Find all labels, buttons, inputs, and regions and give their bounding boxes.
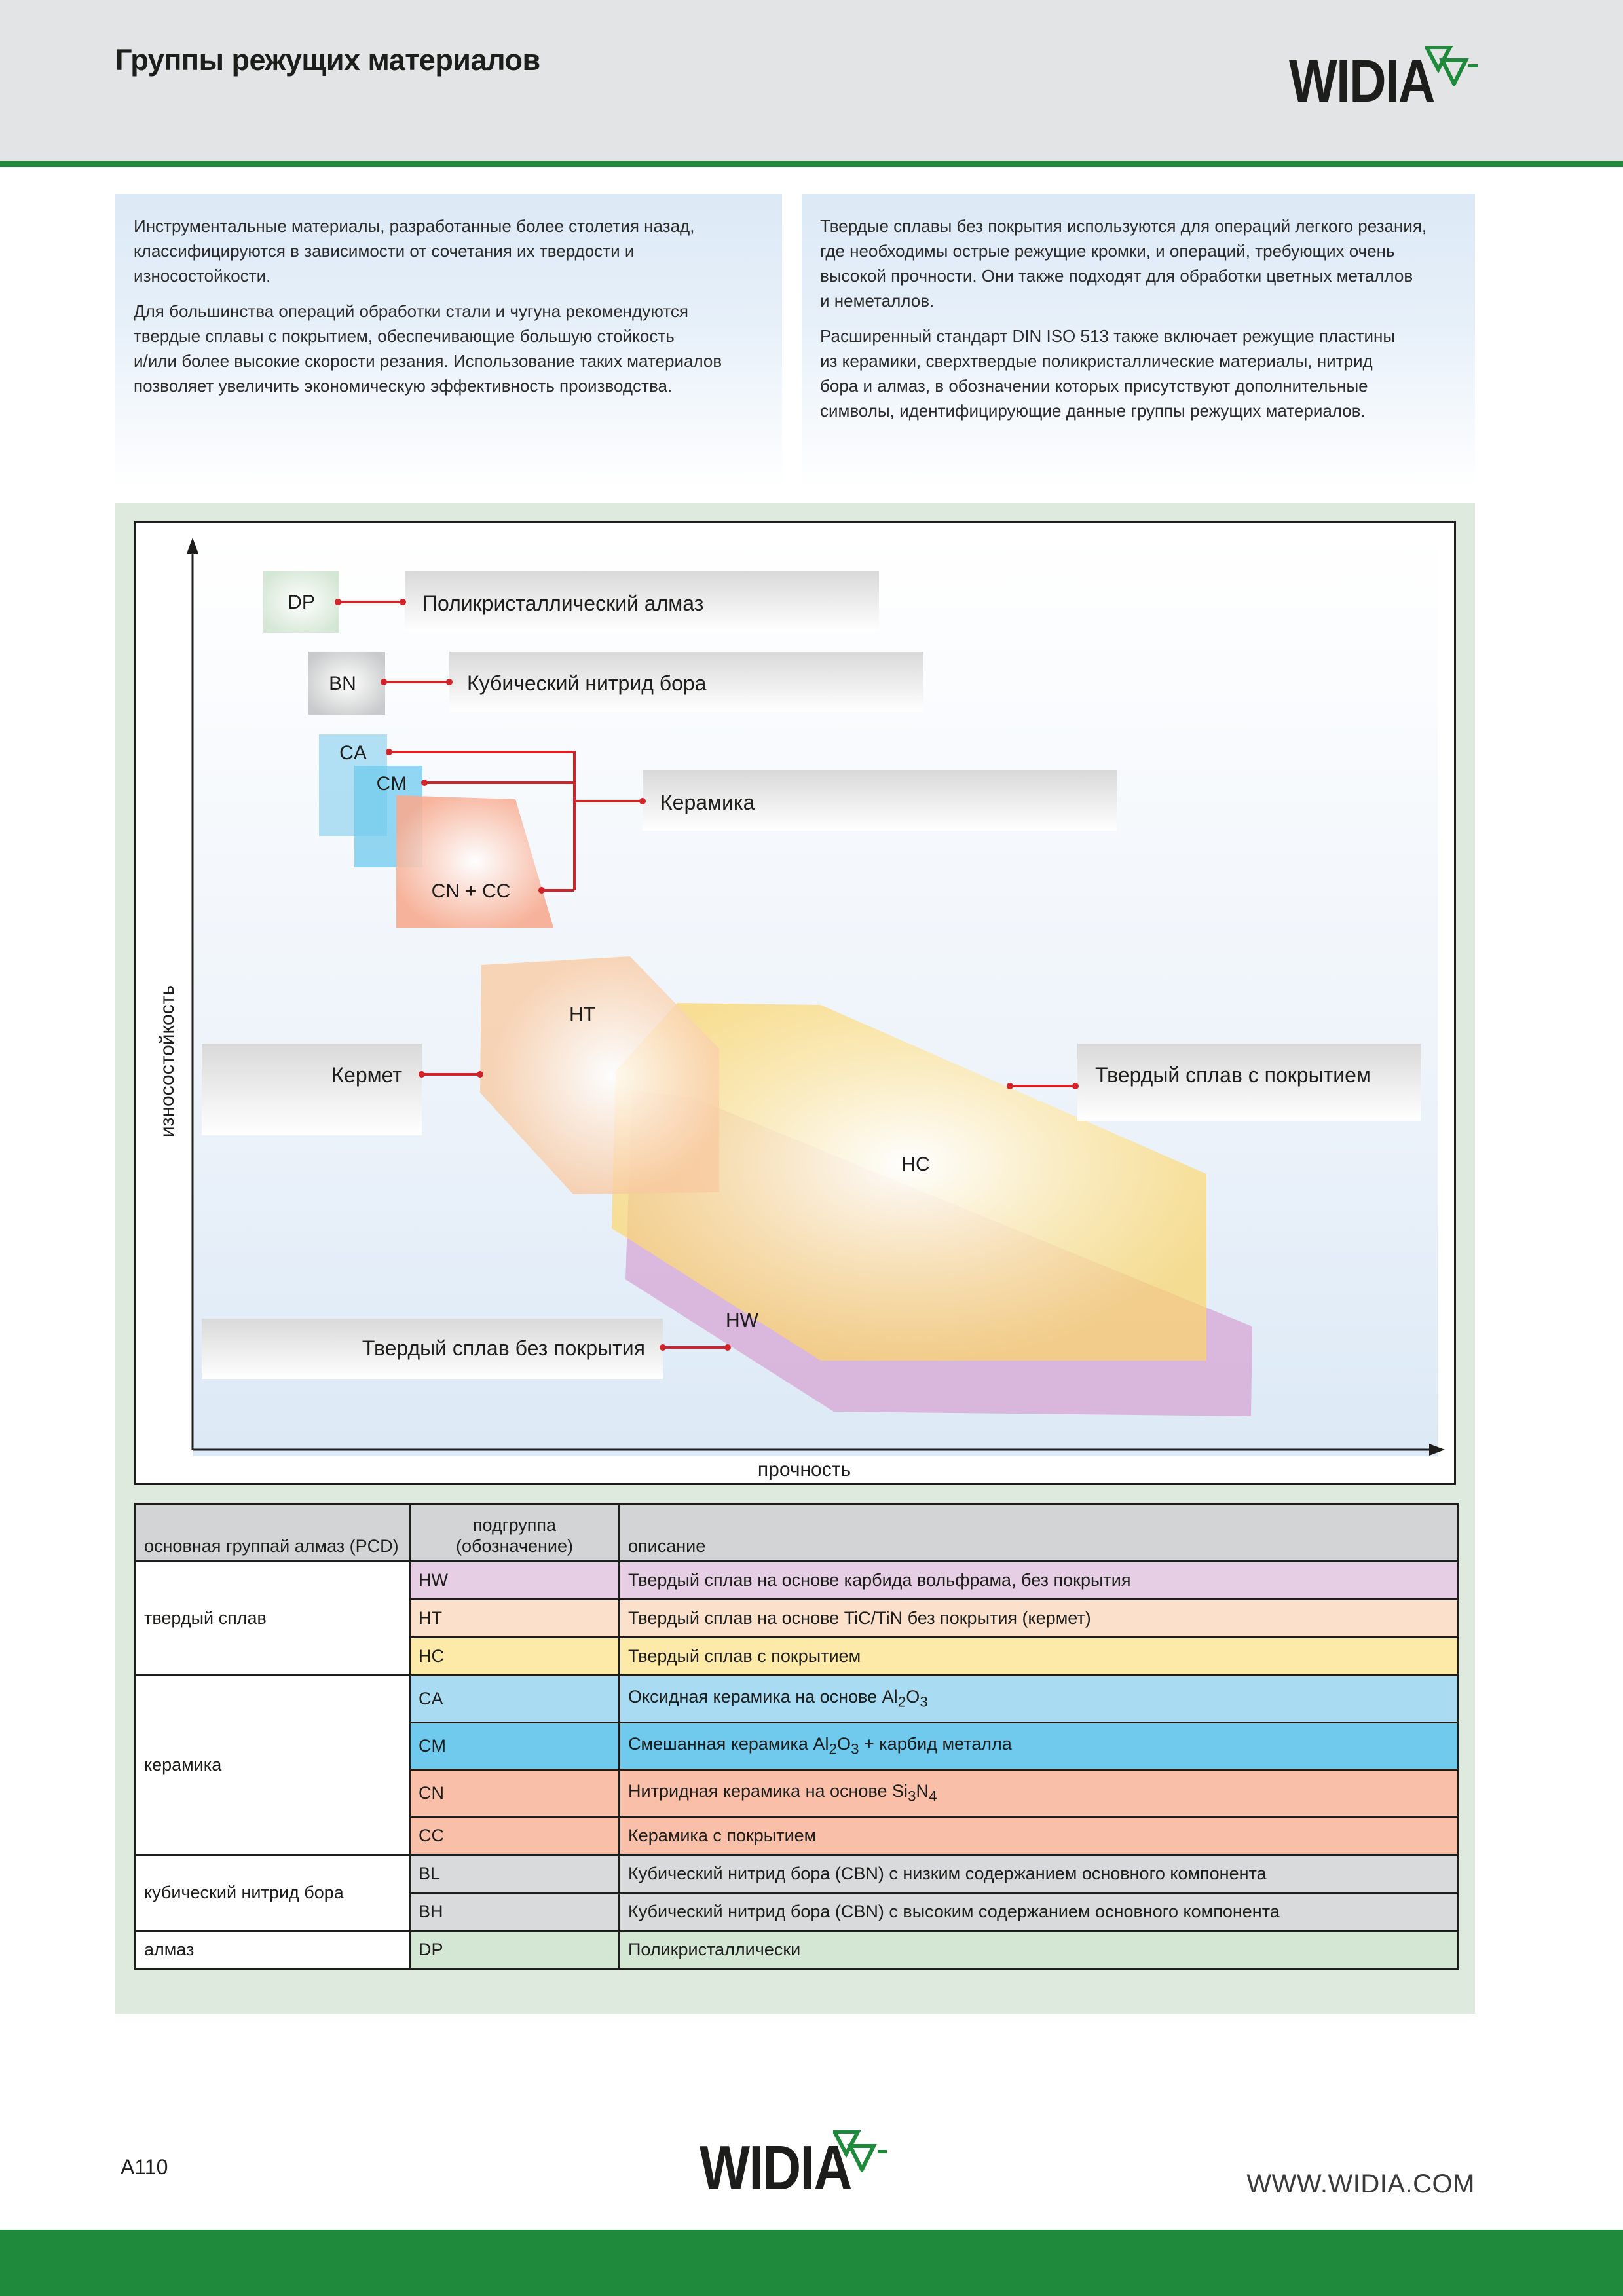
region-label-ca: CA [339,742,367,764]
desc-subscript: 3 [850,1741,859,1758]
connector-dot [477,1071,483,1078]
desc-text: + карбид металла [859,1734,1012,1754]
description-cell: Кубический нитрид бора (CBN) с низким со… [618,1854,1459,1894]
header-description: описание [618,1503,1459,1562]
callout-cermet: Кермет [331,1063,402,1087]
connector-dot [1007,1083,1013,1089]
logo-wordmark: WIDIA [1289,48,1435,115]
region-label-bn: BN [329,673,356,694]
callout-ceramic: Керамика [660,791,755,814]
code-cell: HW [409,1560,620,1600]
connector-dot [1072,1083,1079,1089]
x-axis-label: прочность [758,1459,851,1480]
desc-subscript: 3 [920,1693,928,1710]
code-cell: CA [409,1674,620,1723]
desc-text: N [916,1781,929,1801]
header-group: основная группай алмаз (PCD) [134,1503,411,1562]
y-axis-label: износостойкость [157,985,178,1137]
region-label-dp: DP [288,592,315,613]
description-cell: Керамика с покрытием [618,1816,1459,1856]
region-label-ht: HT [569,1004,595,1025]
description-cell: Твердый сплав с покрытием [618,1636,1459,1676]
group-cbn: кубический нитрид бора [134,1854,411,1932]
desc-text: Смешанная керамика Al [628,1734,829,1754]
desc-text: O [836,1734,851,1754]
code-cell: CC [409,1816,620,1856]
connector-dot [421,780,428,786]
header-subgroup: подгруппа (обозначение) [409,1503,620,1562]
table-row: алмаз DP Поликристаллически [134,1930,1459,1970]
logo-triangle-icon [1425,46,1478,86]
intro-right-paragraph-1: Твердые сплавы без покрытия используются… [820,216,1427,311]
connector-dot [386,749,392,755]
intro-left-box: Инструментальные материалы, разработанны… [115,194,782,489]
connector-dot [335,599,341,605]
description-cell: Нитридная керамика на основе Si3N4 [618,1769,1459,1818]
website-link[interactable]: WWW.WIDIA.COM [1246,2170,1475,2199]
footer-bar [0,2230,1623,2296]
connector-dot [446,679,453,685]
description-cell: Твердый сплав на основе TiC/TiN без покр… [618,1598,1459,1638]
table-row: керамика CA Оксидная керамика на основе … [134,1674,1459,1856]
connector-dot [660,1344,666,1351]
connector-dot [538,887,545,894]
intro-left-paragraph-1: Инструментальные материалы, разработанны… [134,216,695,286]
table-row: кубический нитрид бора BL Кубический нит… [134,1854,1459,1932]
table-header-row: основная группай алмаз (PCD) подгруппа (… [134,1503,1459,1562]
connector-dot [639,798,646,804]
description-cell: Поликристаллически [618,1930,1459,1970]
description-cell: Смешанная керамика Al2O3 + карбид металл… [618,1722,1459,1771]
connector-dot [419,1071,425,1078]
desc-text: Нитридная керамика на основе Si [628,1781,908,1801]
code-cell: CN [409,1769,620,1818]
page-number: A110 [121,2155,168,2179]
desc-subscript: 3 [908,1788,916,1805]
group-ceramic: керамика [134,1674,411,1856]
desc-subscript: 2 [897,1693,906,1710]
desc-text: O [906,1687,920,1707]
callout-uncoated: Твердый сплав без покрытия [362,1336,645,1360]
desc-text: Оксидная керамика на основе Al [628,1687,898,1707]
description-cell: Оксидная керамика на основе Al2O3 [618,1674,1459,1723]
region-label-cn-cc: CN + CC [432,880,511,902]
intro-right-paragraph-2: Расширенный стандарт DIN ISO 513 также в… [820,326,1396,421]
materials-table: основная группай алмаз (PCD) подгруппа (… [134,1503,1459,1970]
logo-wordmark: WIDIA [700,2133,852,2203]
description-cell: Кубический нитрид бора (CBN) с высоким с… [618,1892,1459,1932]
region-label-cm: CM [377,773,407,795]
region-label-hc: HC [901,1154,929,1175]
callout-dp: Поликристаллический алмаз [422,592,703,615]
group-hard-alloy: твердый сплав [134,1560,411,1676]
connector-dot [381,679,387,685]
code-cell: HT [409,1598,620,1638]
code-cell: HC [409,1636,620,1676]
connector-dot [724,1344,731,1351]
code-cell: DP [409,1930,620,1970]
intro-left-paragraph-2: Для большинства операций обработки стали… [134,301,722,396]
page-title: Группы режущих материалов [115,43,540,77]
connector-dot [400,599,406,605]
group-diamond: алмаз [134,1930,411,1970]
desc-subscript: 4 [929,1788,937,1805]
description-cell: Твердый сплав на основе карбида вольфрам… [618,1560,1459,1600]
code-cell: BL [409,1854,620,1894]
table-row: твердый сплав HW Твердый сплав на основе… [134,1560,1459,1676]
logo-triangle-icon [833,2130,887,2172]
callout-coated: Твердый сплав с покрытием [1095,1063,1371,1087]
callout-bn: Кубический нитрид бора [467,671,707,695]
desc-subscript: 2 [829,1741,837,1758]
callout-bg-cermet [202,1044,422,1135]
code-cell: CM [409,1722,620,1771]
region-label-hw: HW [726,1309,759,1331]
header-rule [0,161,1623,167]
header-subgroup-line1: подгруппа [472,1515,557,1535]
cutting-materials-diagram: износостойкость прочность DP BN CA CM CN… [157,534,1445,1480]
code-cell: BH [409,1892,620,1932]
header-subgroup-line2: (обозначение) [456,1536,573,1556]
intro-right-box: Твердые сплавы без покрытия используются… [802,194,1475,489]
